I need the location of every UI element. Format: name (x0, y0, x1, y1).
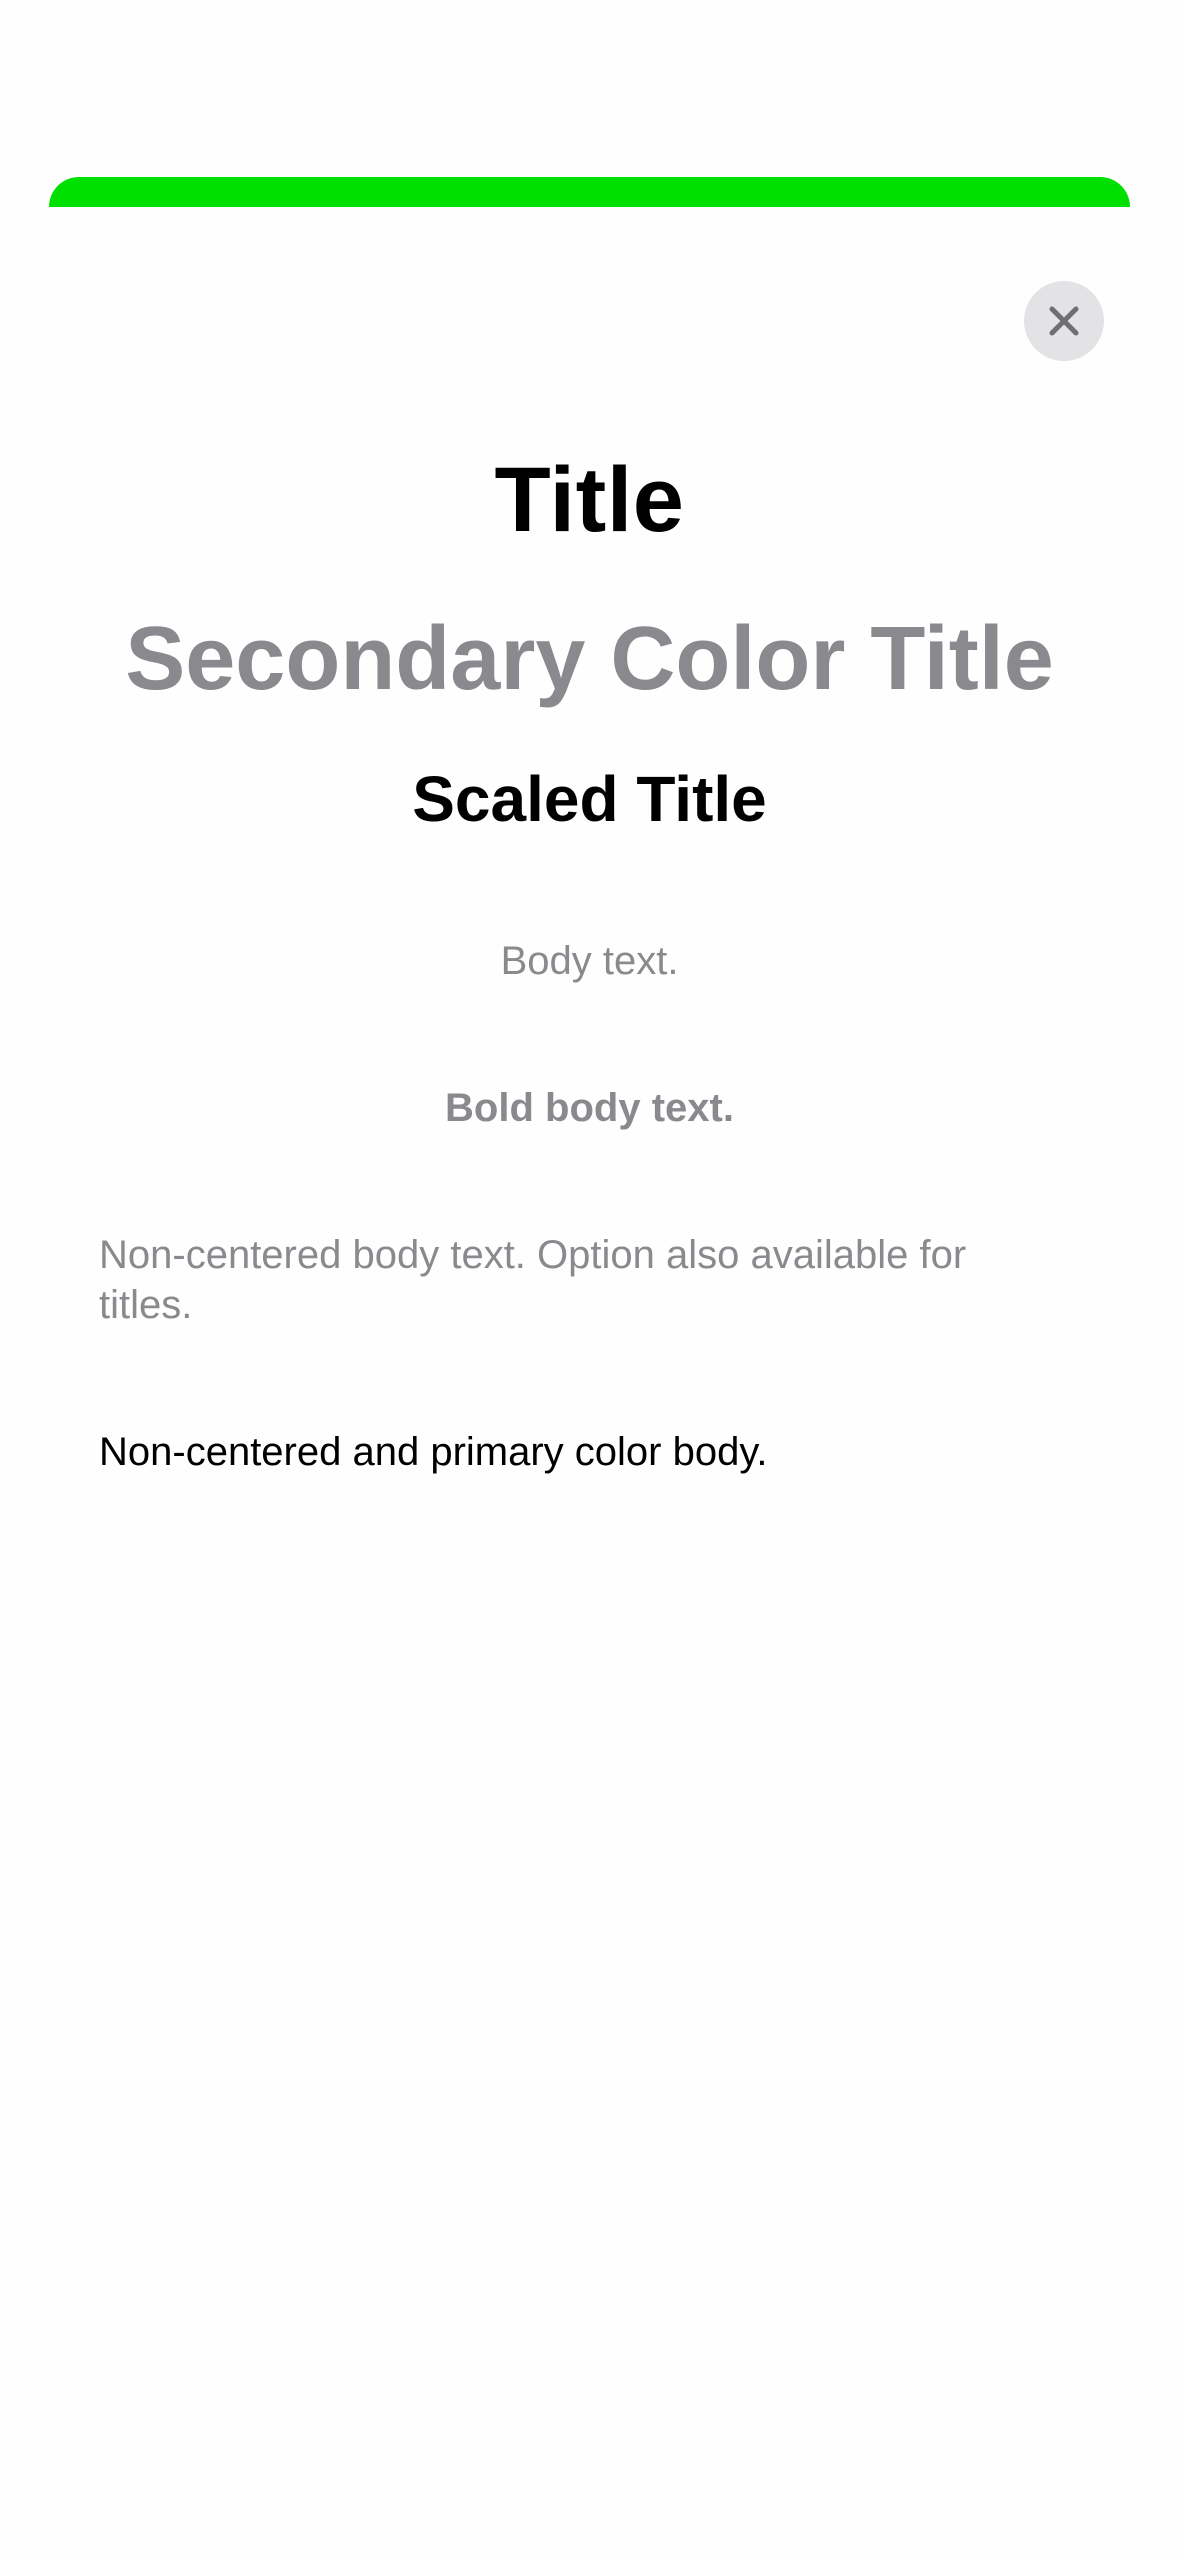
noncentered-primary-body-text: Non-centered and primary color body. (99, 1430, 768, 1474)
bold-body-text: Bold body text. (445, 1086, 734, 1130)
page-title: Title (494, 449, 685, 551)
secondary-color-title: Secondary Color Title (125, 609, 1054, 709)
scaled-title: Scaled Title (412, 763, 767, 835)
close-button[interactable] (1024, 281, 1104, 361)
modal-sheet (49, 207, 1130, 2556)
close-icon (1049, 306, 1079, 336)
body-text: Body text. (500, 939, 679, 983)
sheet-accent-bar (49, 177, 1130, 207)
noncentered-body-text: Non-centered body text. Option also avai… (99, 1233, 967, 1327)
